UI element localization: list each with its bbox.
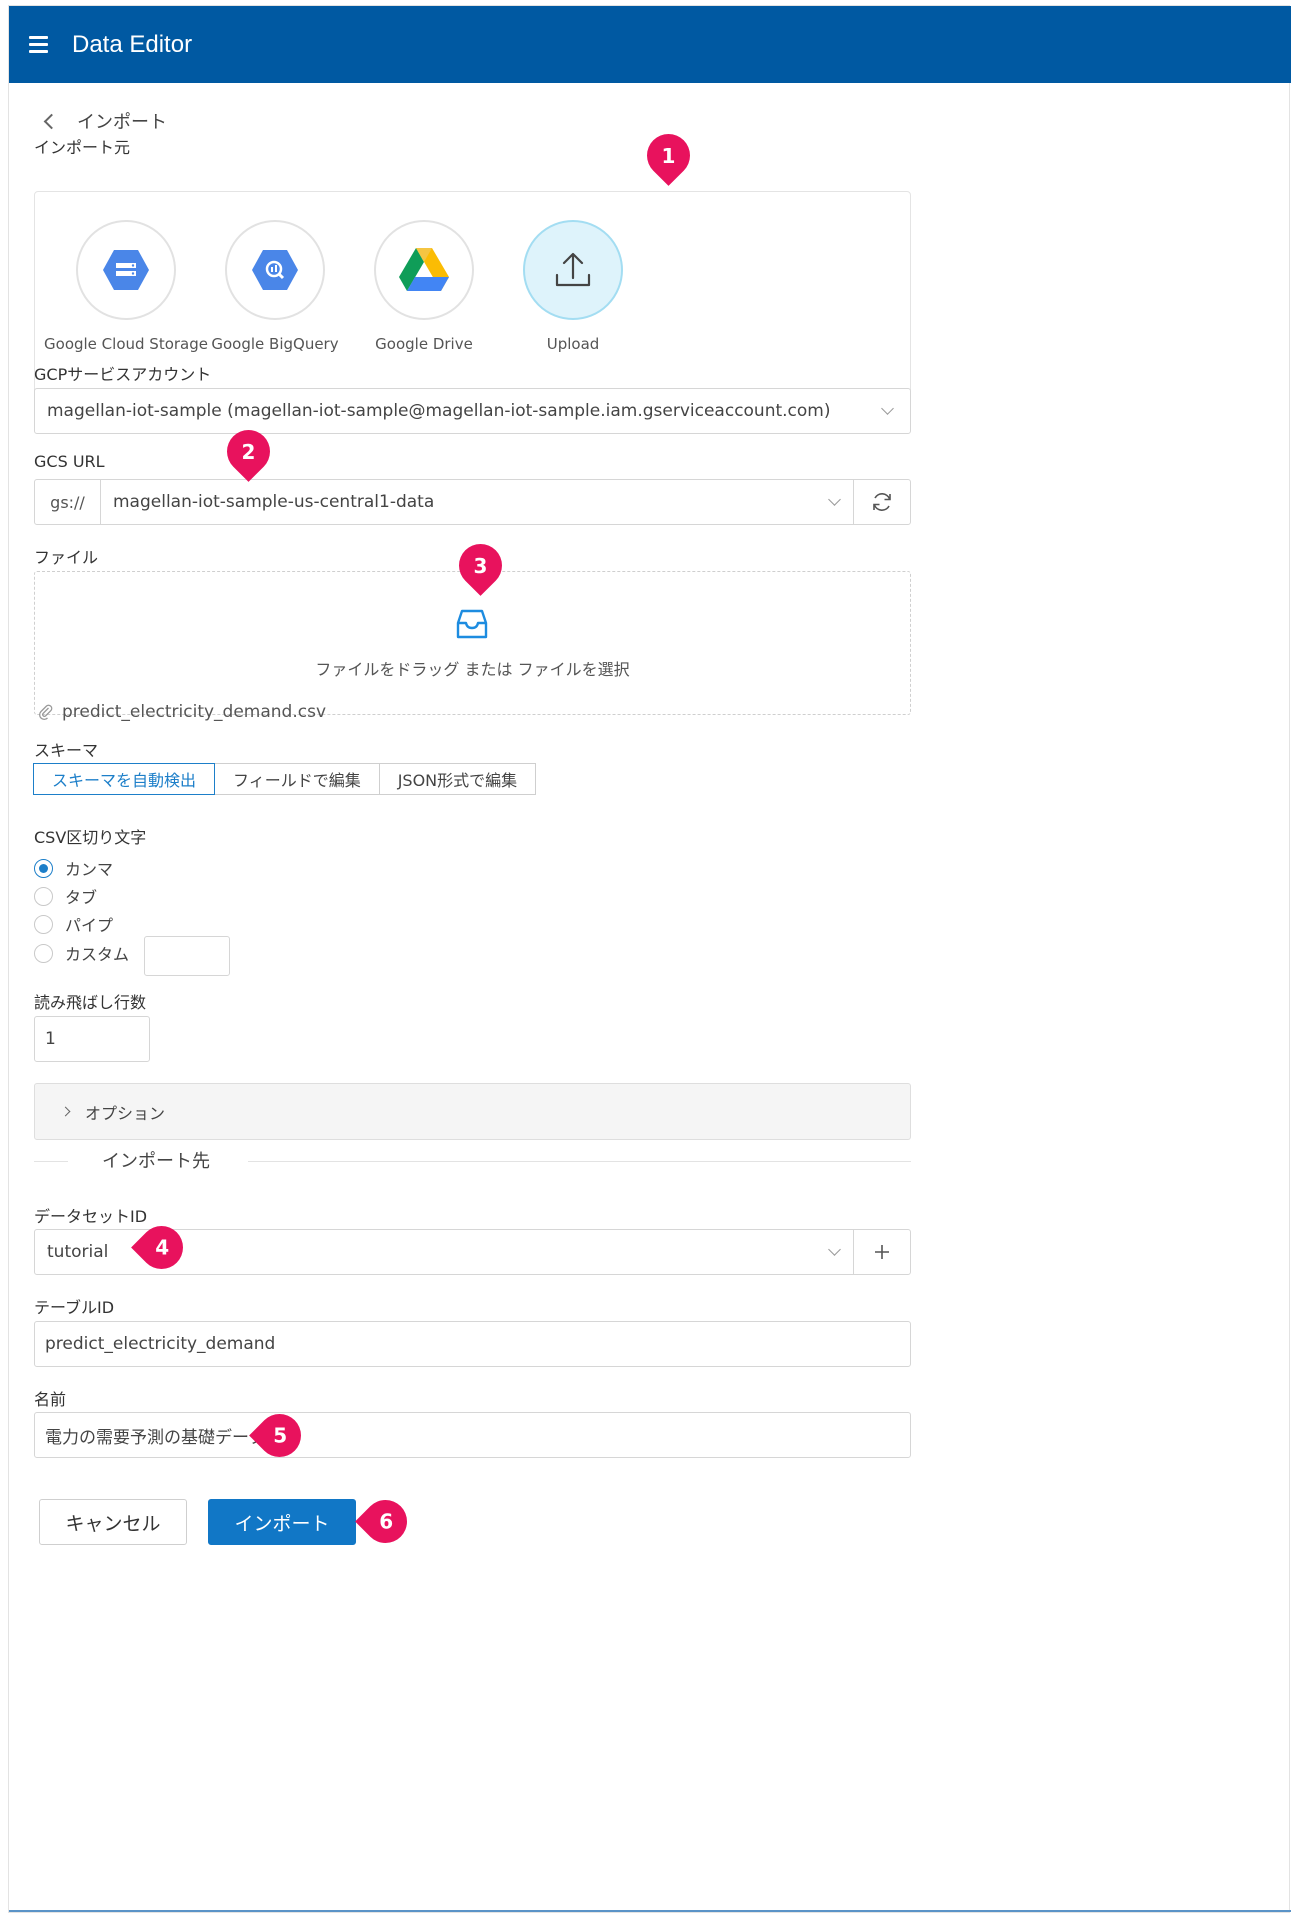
service-account-value: magellan-iot-sample (magellan-iot-sample… [47,401,831,421]
source-circle[interactable] [523,220,623,320]
source-option-upload[interactable]: Upload [482,220,664,354]
plus-icon [875,1245,889,1259]
radio-label: パイプ [65,916,114,935]
file-label: ファイル [34,548,99,567]
attached-file[interactable]: predict_electricity_demand.csv [38,702,326,722]
bigquery-icon [252,250,298,290]
attached-file-name: predict_electricity_demand.csv [62,702,327,722]
callout-badge: 6 [355,1491,416,1552]
app-title: Data Editor [72,30,193,58]
custom-delimiter-input[interactable] [144,936,230,976]
radio-label: タブ [65,888,98,907]
source-circle[interactable] [225,220,325,320]
cancel-button[interactable]: キャンセル [39,1499,187,1545]
schema-mode-tabs: スキーマを自動検出 フィールドで編集 JSON形式で編集 [33,763,537,795]
gcs-url-label: GCS URL [34,452,105,471]
service-account-select[interactable]: magellan-iot-sample (magellan-iot-sample… [34,388,911,434]
gcs-url-prefix: gs:// [35,480,101,524]
divider [248,1161,911,1162]
tab-auto-detect[interactable]: スキーマを自動検出 [33,763,216,795]
table-id-label: テーブルID [34,1298,115,1317]
chevron-down-icon [828,1243,841,1256]
radio-button[interactable] [34,886,53,906]
name-label: 名前 [34,1390,67,1409]
gcs-url-field: gs:// magellan-iot-sample-us-central1-da… [34,479,911,525]
schema-label: スキーマ [34,741,99,760]
refresh-icon [873,493,891,511]
inbox-icon [456,609,488,639]
chevron-down-icon [828,493,841,506]
service-account-label: GCPサービスアカウント [34,365,212,384]
import-button[interactable]: インポート [208,1499,356,1545]
source-circle[interactable] [374,220,474,320]
chevron-left-icon[interactable] [43,113,60,129]
gcs-icon [103,250,149,290]
app-window: Data Editor インポート インポート元 Google Cloud St… [8,5,1291,1913]
skip-rows-label: 読み飛ばし行数 [34,993,147,1012]
radio-label: カスタム [65,945,130,964]
table-id-input[interactable]: predict_electricity_demand [34,1321,911,1367]
radio-button[interactable] [34,943,53,963]
radio-custom[interactable]: カスタム [34,941,129,965]
source-name: Upload [546,335,600,353]
name-input[interactable]: 電力の需要予測の基礎データ [34,1412,911,1458]
options-label: オプション [85,1103,166,1123]
destination-section-title: インポート先 [102,1151,210,1172]
app-bar: Data Editor [9,6,1291,83]
tab-edit-fields[interactable]: フィールドで編集 [214,763,380,795]
drive-icon [399,248,449,291]
dataset-id-label: データセットID [34,1207,148,1226]
csv-delimiter-label: CSV区切り文字 [34,828,147,847]
paperclip-icon [39,704,53,720]
radio-tab[interactable]: タブ [34,884,97,908]
radio-button[interactable] [34,914,53,934]
callout-badge: 1 [638,125,699,186]
gcs-bucket-select[interactable]: magellan-iot-sample-us-central1-data [101,492,830,512]
divider [34,1161,68,1162]
tab-edit-json[interactable]: JSON形式で編集 [378,763,537,795]
refresh-button[interactable] [853,480,910,524]
hamburger-menu-icon[interactable] [29,30,59,60]
bottom-border [9,1910,1291,1912]
chevron-right-icon [60,1106,71,1117]
source-label: インポート元 [34,138,131,157]
skip-rows-input[interactable]: 1 [34,1016,150,1062]
radio-label: カンマ [65,860,114,879]
radio-button[interactable] [34,858,53,878]
back-navigation[interactable]: インポート [43,108,167,134]
dropzone-text: ファイルをドラッグ または ファイルを選択 [315,660,630,679]
options-panel[interactable]: オプション [34,1083,911,1140]
radio-comma[interactable]: カンマ [34,856,113,880]
chevron-down-icon [881,402,894,415]
add-dataset-button[interactable] [853,1230,910,1274]
page-title: インポート [77,112,167,133]
radio-pipe[interactable]: パイプ [34,912,113,936]
upload-icon [555,252,591,287]
file-dropzone[interactable]: ファイルをドラッグ または ファイルを選択 [34,571,911,715]
source-circle[interactable] [76,220,176,320]
